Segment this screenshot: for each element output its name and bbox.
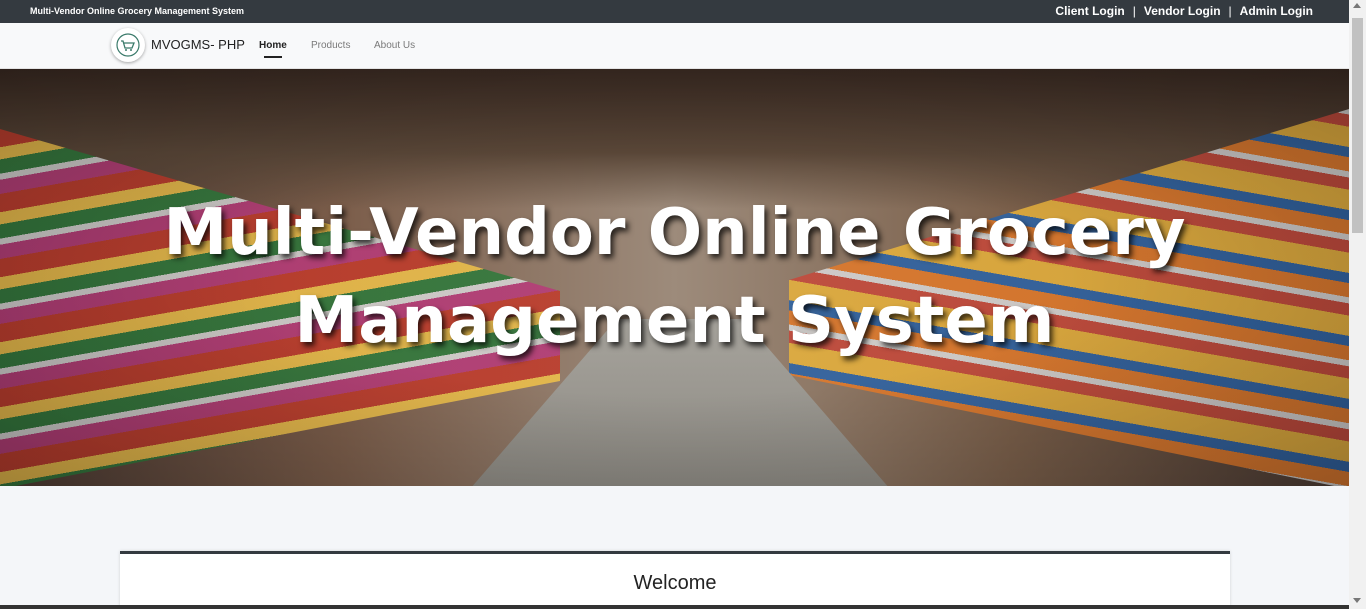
- nav-products[interactable]: Products: [311, 40, 350, 51]
- welcome-card: Welcome: [120, 551, 1230, 609]
- welcome-title: Welcome: [633, 572, 717, 594]
- hero-title-line-2: Management System: [294, 284, 1055, 358]
- separator: |: [1132, 4, 1136, 18]
- vendor-login-link[interactable]: Vendor Login: [1144, 4, 1221, 18]
- nav-home[interactable]: Home: [259, 40, 287, 51]
- bottom-strip: [0, 605, 1349, 609]
- scroll-up-arrow-icon[interactable]: [1353, 3, 1361, 8]
- scroll-down-arrow-icon[interactable]: [1353, 598, 1361, 603]
- shopping-cart-icon: [116, 33, 140, 57]
- admin-login-link[interactable]: Admin Login: [1240, 4, 1313, 18]
- hero-banner: Multi-Vendor Online Grocery Management S…: [0, 69, 1349, 486]
- hero-title-line-1: Multi-Vendor Online Grocery: [163, 196, 1186, 270]
- brand-name[interactable]: MVOGMS- PHP: [151, 37, 245, 52]
- login-links: Client Login | Vendor Login | Admin Logi…: [1055, 4, 1313, 18]
- brand-logo[interactable]: [111, 28, 145, 62]
- hero-title: Multi-Vendor Online Grocery Management S…: [0, 189, 1349, 365]
- navbar: MVOGMS- PHP Home Products About Us: [0, 23, 1349, 69]
- separator: |: [1228, 4, 1232, 18]
- active-indicator: [264, 56, 282, 58]
- top-bar: Multi-Vendor Online Grocery Management S…: [0, 0, 1349, 23]
- client-login-link[interactable]: Client Login: [1055, 4, 1124, 18]
- vertical-scrollbar[interactable]: [1349, 0, 1366, 609]
- site-name: Multi-Vendor Online Grocery Management S…: [30, 6, 245, 16]
- nav-about-us[interactable]: About Us: [374, 40, 415, 51]
- scroll-thumb[interactable]: [1352, 18, 1363, 233]
